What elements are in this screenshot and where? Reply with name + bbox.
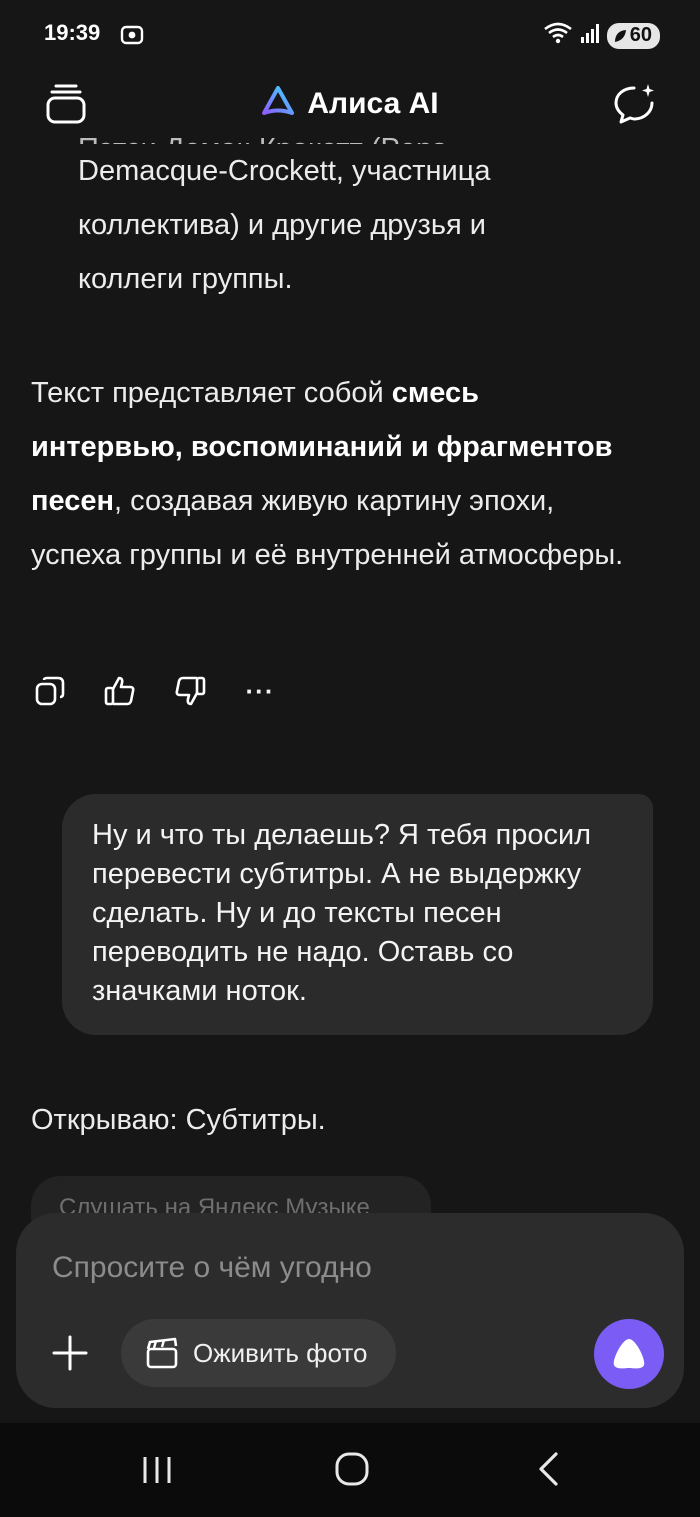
user-message-text: Ну и что ты делаешь? Я тебя просил перев… (92, 819, 592, 1007)
assistant-list-continuation: Пэтси Демак-Крокетт (Peps Demacque-Crock… (78, 122, 638, 306)
clapperboard-icon (146, 1337, 178, 1369)
header-title: Алиса AI (0, 84, 700, 123)
home-button[interactable] (334, 1451, 370, 1492)
more-button[interactable]: ··· (241, 672, 279, 710)
list-line-cut: Пэтси Демак-Крокетт (Peps (78, 122, 638, 144)
alisa-voice-icon (613, 1339, 645, 1369)
home-icon (335, 1452, 369, 1486)
dislike-button[interactable] (171, 672, 209, 710)
assistant-summary: Текст представляет собой смесь интервью,… (31, 366, 631, 582)
like-button[interactable] (101, 672, 139, 710)
status-icons: 60 (543, 22, 660, 49)
plus-icon (52, 1335, 88, 1371)
wifi-icon (543, 22, 573, 49)
more-icon: ··· (245, 675, 275, 706)
copy-button[interactable] (31, 672, 69, 710)
recent-apps-button[interactable] (140, 1455, 174, 1490)
user-message-bubble: Ну и что ты делаешь? Я тебя просил перев… (62, 794, 653, 1035)
battery-icon: 60 (606, 22, 660, 49)
new-chat-icon (614, 84, 654, 124)
thumbs-up-icon (104, 676, 135, 706)
list-line: коллеги группы. (78, 263, 293, 295)
list-line: Demacque-Crockett, участница (78, 155, 491, 187)
system-nav-bar (0, 1423, 700, 1517)
recent-apps-icon (143, 1457, 171, 1483)
attach-button[interactable] (46, 1329, 94, 1377)
assistant-reply-text: Открываю: Субтитры. (31, 1104, 326, 1136)
revive-photo-button[interactable]: Оживить фото (121, 1319, 396, 1387)
back-icon (539, 1452, 558, 1486)
list-line: коллектива) и другие друзья и (78, 209, 486, 241)
screenshot-icon (120, 24, 144, 51)
summary-text: , создавая живую картину эпохи, успеха г… (31, 485, 624, 571)
message-input[interactable] (50, 1245, 614, 1291)
status-time: 19:39 (44, 20, 101, 45)
new-chat-button[interactable] (612, 82, 656, 126)
back-button[interactable] (534, 1451, 564, 1492)
thumbs-down-icon (175, 676, 206, 706)
app-title: Алиса AI (307, 86, 439, 120)
signal-icon (579, 22, 601, 49)
summary-text: Текст представляет собой (31, 377, 392, 409)
voice-assistant-button[interactable] (594, 1319, 664, 1389)
revive-photo-label: Оживить фото (193, 1337, 368, 1368)
alisa-logo-icon (261, 84, 295, 123)
battery-level: 60 (629, 24, 652, 46)
message-actions: ··· (31, 672, 279, 710)
composer: Оживить фото (16, 1213, 684, 1408)
copy-icon (35, 676, 65, 706)
